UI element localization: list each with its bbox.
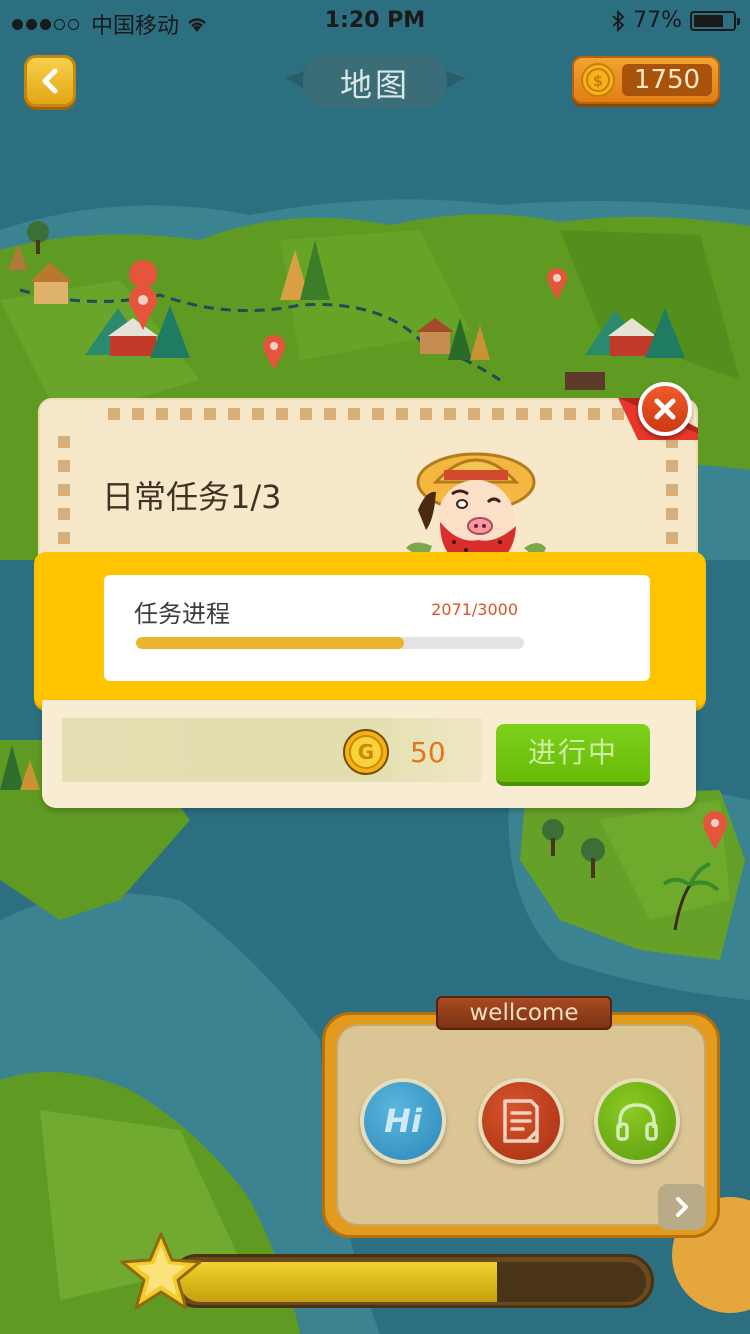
gold-coin-icon: G: [343, 729, 389, 775]
reward-amount: 50: [410, 736, 446, 769]
task-progress-fill: [136, 637, 404, 649]
svg-text:$: $: [593, 72, 603, 90]
back-button[interactable]: [24, 55, 76, 107]
coin-count: 1750: [633, 65, 701, 95]
page-title: 地图: [339, 66, 410, 104]
battery-icon: [690, 10, 740, 31]
task-progress-bar: [136, 637, 524, 649]
experience-fill: [180, 1262, 497, 1302]
progress-label: 任务进程: [134, 600, 230, 628]
status-bar: 中国移动 1:20 PM 77%: [0, 0, 750, 40]
progress-count: 2071/3000: [431, 600, 518, 619]
next-page-button[interactable]: [658, 1184, 706, 1230]
experience-track: [180, 1262, 646, 1302]
headphones-icon: [616, 1103, 658, 1141]
svg-text:G: G: [358, 740, 374, 764]
welcome-tag: wellcome: [436, 996, 612, 1030]
document-icon: [503, 1099, 539, 1143]
coin-balance[interactable]: $ 1750: [572, 56, 720, 104]
audio-button[interactable]: [594, 1078, 680, 1164]
greeting-button[interactable]: Hi: [360, 1078, 446, 1164]
in-progress-button[interactable]: 进行中: [496, 724, 650, 786]
bluetooth-icon: [612, 9, 625, 32]
dialog-title: 日常任务1/3: [102, 478, 282, 516]
farmer-character: [406, 452, 546, 570]
star-icon: [120, 1232, 202, 1310]
greeting-label: Hi: [384, 1102, 422, 1140]
close-button[interactable]: [638, 382, 692, 436]
chevron-right-icon: [676, 1197, 688, 1217]
close-icon: [654, 398, 676, 420]
coin-icon: $: [581, 63, 615, 97]
battery-percent: 77%: [633, 8, 682, 33]
chevron-left-icon: [42, 68, 58, 94]
notes-button[interactable]: [478, 1078, 564, 1164]
